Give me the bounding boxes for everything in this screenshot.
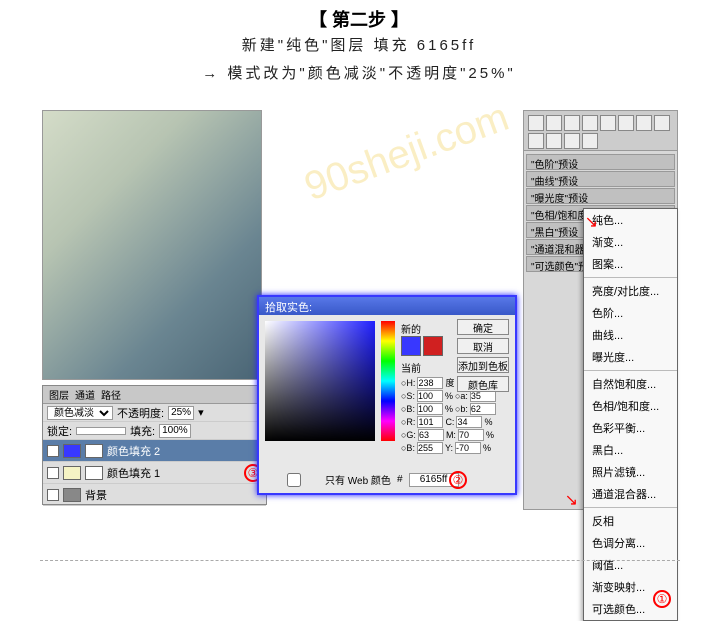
menu-gradient[interactable]: 渐变... [584, 231, 677, 253]
c-input[interactable] [456, 416, 482, 428]
step-desc-2: → 模式改为"颜色减淡"不透明度"25%" [0, 60, 718, 88]
step-desc-1: 新建"纯色"图层 填充 6165ff [0, 32, 718, 60]
s-input[interactable] [417, 390, 443, 402]
color-lib-button[interactable]: 颜色库 [457, 376, 509, 392]
menu-threshold[interactable]: 阈值... [584, 554, 677, 576]
color-picker-dialog: 拾取实色: 新的 当前 ○H:度○L: ○S:%○a: ○B:%○b: ○R:C… [257, 295, 517, 495]
opacity-label: 不透明度: [117, 405, 164, 421]
opacity-value[interactable]: 25% [168, 406, 194, 420]
h-input[interactable] [417, 377, 443, 389]
hue-slider[interactable] [381, 321, 395, 441]
b3-input[interactable] [417, 442, 443, 454]
y-input[interactable] [455, 442, 481, 454]
menu-channel-mixer[interactable]: 通道混合器... [584, 483, 677, 505]
menu-brightness[interactable]: 亮度/对比度... [584, 280, 677, 302]
workspace: 图层 通道 路径 颜色减淡 不透明度: 25% ▾ 锁定: 填充: 100% 颜… [42, 110, 678, 510]
blend-mode-select[interactable]: 颜色减淡 [47, 406, 113, 420]
lock-label: 锁定: [47, 423, 72, 439]
toolbar-icons [524, 111, 677, 151]
g-input[interactable] [418, 429, 444, 441]
arrow-down-icon[interactable]: ▾ [198, 406, 204, 419]
menu-vibrance[interactable]: 自然饱和度... [584, 373, 677, 395]
menu-hue-sat[interactable]: 色相/饱和度... [584, 395, 677, 417]
picker-title: 拾取实色: [259, 297, 515, 315]
layer-name: 颜色填充 2 [107, 443, 160, 459]
preset-item[interactable]: "曲线"预设 [526, 171, 675, 187]
visibility-icon[interactable] [47, 467, 59, 479]
red-arrow-icon: ↘ [565, 490, 578, 510]
menu-color-balance[interactable]: 色彩平衡... [584, 417, 677, 439]
fill-value[interactable]: 100% [159, 424, 191, 438]
add-swatch-button[interactable]: 添加到色板 [457, 357, 509, 373]
layer-name: 背景 [85, 487, 107, 503]
divider [40, 560, 680, 561]
webonly-label: 只有 Web 颜色 [325, 472, 391, 487]
tab-channels[interactable]: 通道 [75, 387, 95, 402]
tool-icon[interactable] [636, 115, 652, 131]
menu-pattern[interactable]: 图案... [584, 253, 677, 275]
menu-exposure[interactable]: 曝光度... [584, 346, 677, 368]
menu-photo-filter[interactable]: 照片滤镜... [584, 461, 677, 483]
tool-icon[interactable] [582, 115, 598, 131]
layer-row-0[interactable]: 颜色填充 2 [43, 440, 266, 462]
current-color-swatch [423, 336, 443, 356]
tool-icon[interactable] [564, 115, 580, 131]
layer-swatch [63, 444, 81, 458]
tool-icon[interactable] [528, 115, 544, 131]
preset-item[interactable]: "曝光度"预设 [526, 188, 675, 204]
menu-levels[interactable]: 色阶... [584, 302, 677, 324]
tool-icon[interactable] [546, 115, 562, 131]
layer-row-1[interactable]: 颜色填充 1 [43, 462, 266, 484]
visibility-icon[interactable] [47, 445, 59, 457]
layer-name: 颜色填充 1 [107, 465, 160, 481]
tool-icon[interactable] [546, 133, 562, 149]
hex-label: # [397, 474, 403, 485]
b2-input[interactable] [470, 403, 496, 415]
menu-curves[interactable]: 曲线... [584, 324, 677, 346]
step-title: 【 第二步 】 [0, 0, 718, 32]
canvas-image[interactable] [42, 110, 262, 380]
preset-item[interactable]: "色阶"预设 [526, 154, 675, 170]
layer-mask [85, 444, 103, 458]
menu-bw[interactable]: 黑白... [584, 439, 677, 461]
ok-button[interactable]: 确定 [457, 319, 509, 335]
annotation-marker-1: ① [653, 590, 671, 608]
b-input[interactable] [417, 403, 443, 415]
layer-mask [85, 466, 103, 480]
m-input[interactable] [458, 429, 484, 441]
menu-invert[interactable]: 反相 [584, 510, 677, 532]
fill-label: 填充: [130, 423, 155, 439]
red-arrow-icon: ↘ [585, 212, 598, 232]
tool-icon[interactable] [582, 133, 598, 149]
layer-row-2[interactable]: 背景 [43, 484, 266, 506]
color-field[interactable] [265, 321, 375, 441]
layers-panel: 图层 通道 路径 颜色减淡 不透明度: 25% ▾ 锁定: 填充: 100% 颜… [42, 385, 267, 505]
tool-icon[interactable] [564, 133, 580, 149]
menu-posterize[interactable]: 色调分离... [584, 532, 677, 554]
annotation-marker-2: ② [449, 471, 467, 489]
layer-thumb [63, 488, 81, 502]
tab-layers[interactable]: 图层 [49, 387, 69, 402]
tool-icon[interactable] [528, 133, 544, 149]
layer-swatch [63, 466, 81, 480]
new-color-swatch [401, 336, 421, 356]
cancel-button[interactable]: 取消 [457, 338, 509, 354]
webonly-checkbox[interactable] [269, 473, 319, 487]
lock-icons[interactable] [76, 427, 126, 435]
tab-paths[interactable]: 路径 [101, 387, 121, 402]
r-input[interactable] [417, 416, 443, 428]
panel-tabs[interactable]: 图层 通道 路径 [43, 386, 266, 404]
tool-icon[interactable] [654, 115, 670, 131]
tool-icon[interactable] [618, 115, 634, 131]
visibility-icon[interactable] [47, 489, 59, 501]
tool-icon[interactable] [600, 115, 616, 131]
